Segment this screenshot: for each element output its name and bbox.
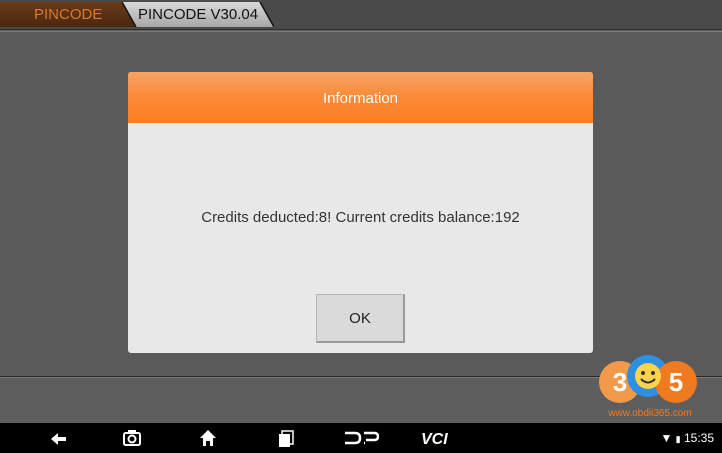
battery-icon: ▮ [675, 434, 681, 444]
camera-icon[interactable] [121, 427, 143, 449]
wifi-icon: ▼ [660, 431, 673, 445]
svg-text:3: 3 [613, 367, 627, 397]
navigation-bar: VCI [0, 423, 722, 453]
breadcrumb-item-label: PINCODE V30.04 [138, 6, 259, 23]
information-dialog: Information Credits deducted:8! Current … [128, 72, 593, 353]
svg-text:5: 5 [669, 367, 683, 397]
watermark-url: www.obdii365.com [608, 408, 692, 419]
dialog-header: Information [128, 72, 593, 123]
recent-apps-icon[interactable] [275, 427, 297, 449]
svg-text:VCI: VCI [421, 431, 448, 448]
breadcrumb-item-pincode-version[interactable]: PINCODE V30.04 [122, 2, 274, 27]
vci-icon[interactable]: VCI [420, 427, 456, 449]
dp-icon[interactable] [343, 427, 379, 449]
status-area: ▼ ▮ 15:35 [660, 431, 714, 445]
breadcrumb-item-pincode[interactable]: PINCODE [0, 2, 136, 27]
breadcrumb-item-label: PINCODE [34, 6, 103, 23]
back-icon[interactable] [48, 427, 70, 449]
dialog-message: Credits deducted:8! Current credits bala… [201, 209, 520, 226]
home-icon[interactable] [197, 427, 219, 449]
breadcrumb: PINCODE PINCODE V30.04 [0, 0, 722, 30]
status-time: 15:35 [683, 431, 714, 445]
dialog-title: Information [322, 90, 399, 107]
ok-button[interactable]: OK [316, 294, 405, 343]
